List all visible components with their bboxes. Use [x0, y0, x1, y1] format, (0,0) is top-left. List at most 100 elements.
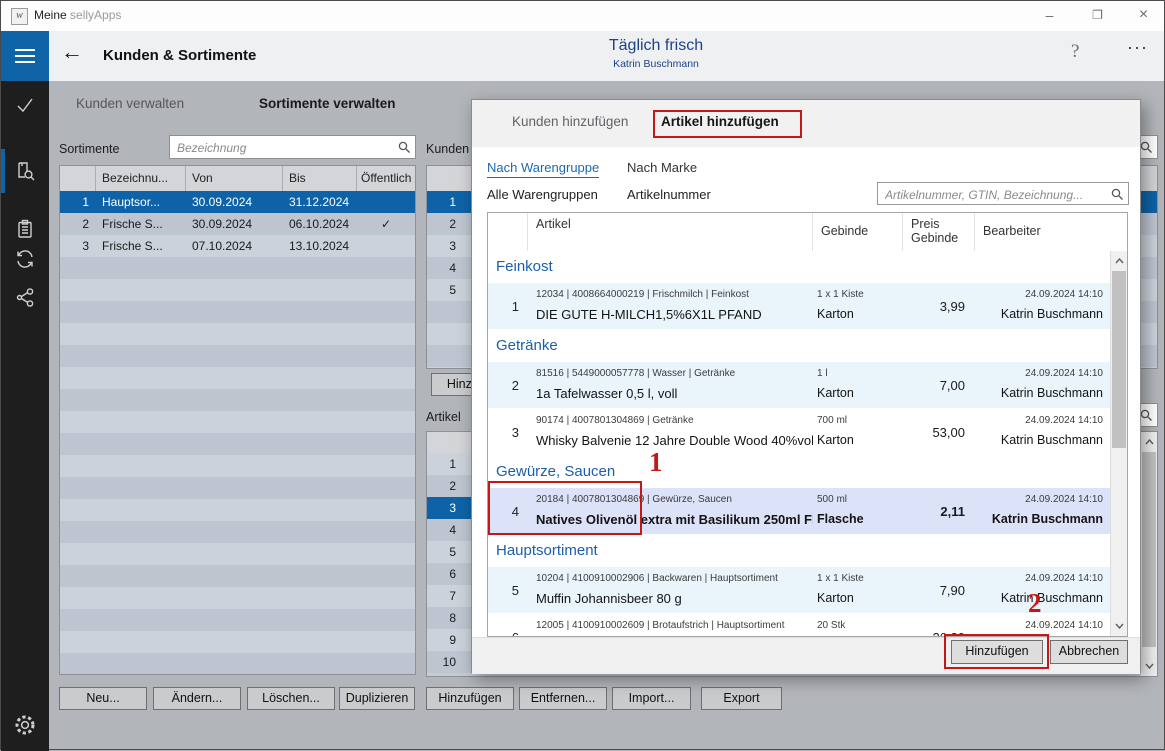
entfernen-button[interactable]: Entfernen...	[519, 687, 607, 710]
filter-nach-warengruppe[interactable]: Nach Warengruppe	[487, 160, 599, 178]
artikel-scrollbar[interactable]	[1140, 432, 1157, 676]
row-bearbeiter: Katrin Buschmann	[975, 307, 1103, 321]
row-preis: 7,00	[903, 362, 975, 408]
row-von: 30.09.2024	[186, 213, 283, 235]
sidebar-item-share[interactable]	[1, 275, 49, 319]
more-options-button[interactable]: ···	[1127, 37, 1148, 58]
app-icon: w	[11, 8, 28, 25]
col-von[interactable]: Von	[186, 166, 283, 191]
row-bearbeiter: Katrin Buschmann	[975, 386, 1103, 400]
annotation-step-2: 2	[1028, 588, 1042, 619]
filter-alle-warengruppen[interactable]: Alle Warengruppen	[487, 187, 598, 202]
dialog-abbrechen-button[interactable]: Abbrechen	[1050, 640, 1128, 664]
row-bezeichnung: Frische S...	[96, 235, 186, 257]
row-bis: 13.10.2024	[283, 235, 357, 257]
sortimente-search-input[interactable]	[175, 138, 394, 158]
context-user: Katrin Buschmann	[526, 58, 786, 70]
row-von: 30.09.2024	[186, 191, 283, 213]
row-num: 7	[427, 585, 463, 607]
row-oeffentlich: ✓	[357, 213, 415, 235]
row-num: 5	[427, 279, 463, 301]
import-button[interactable]: Import...	[612, 687, 691, 710]
article-row-1[interactable]: 1 12034 | 4008664000219 | Frischmilch | …	[488, 283, 1111, 330]
sortiment-row-2[interactable]: 2 Frische S... 30.09.2024 06.10.2024 ✓	[60, 213, 415, 235]
row-gebinde-menge: 1 x 1 Kiste	[817, 573, 903, 584]
row-num: 6	[488, 614, 528, 636]
row-bis: 31.12.2024	[283, 191, 357, 213]
col-preis-gebinde[interactable]: Preis Gebinde	[903, 213, 975, 251]
scroll-up-icon[interactable]	[1111, 253, 1127, 269]
tab-kunden-verwalten[interactable]: Kunden verwalten	[76, 96, 184, 111]
sidebar-item-customers[interactable]	[1, 149, 49, 193]
row-num: 2	[427, 213, 463, 235]
annotation-box-row	[488, 481, 642, 535]
sortiment-row-3[interactable]: 3 Frische S... 07.10.2024 13.10.2024	[60, 235, 415, 257]
row-preis: 7,90	[903, 567, 975, 613]
row-num: 2	[488, 362, 528, 408]
row-meta: 12034 | 4008664000219 | Frischmilch | Fe…	[536, 289, 813, 300]
aendern-button[interactable]: Ändern...	[153, 687, 241, 710]
row-preis: 26,20	[903, 614, 975, 636]
row-meta: 81516 | 5449000057778 | Wasser | Getränk…	[536, 368, 813, 379]
filter-nach-marke[interactable]: Nach Marke	[627, 160, 697, 175]
row-name: Muffin Johannisbeer 80 g	[536, 591, 813, 606]
search-icon	[1140, 141, 1153, 154]
window-title-primary: Meine	[34, 8, 67, 22]
col-bearbeiter[interactable]: Bearbeiter	[975, 213, 1127, 251]
page-title: Kunden & Sortimente	[103, 47, 256, 64]
article-row-3[interactable]: 3 90174 | 4007801304869 | GetränkeWhisky…	[488, 409, 1111, 456]
hinzufuegen-button[interactable]: Hinzufügen	[426, 687, 514, 710]
row-preis: 2,11	[903, 488, 975, 534]
minimize-button[interactable]: –	[1027, 1, 1072, 31]
export-button[interactable]: Export	[701, 687, 782, 710]
col-gebinde[interactable]: Gebinde	[813, 213, 903, 251]
col-bezeichnung[interactable]: Bezeichnu...	[96, 166, 186, 191]
article-row-2[interactable]: 2 81516 | 5449000057778 | Wasser | Geträ…	[488, 362, 1111, 409]
row-num: 1	[60, 191, 96, 213]
sortiment-row-1[interactable]: 1 Hauptsor... 30.09.2024 31.12.2024	[60, 191, 415, 213]
sidebar-item-tasks[interactable]	[1, 83, 49, 127]
dialog-search[interactable]	[877, 182, 1129, 205]
menu-button[interactable]	[1, 31, 49, 81]
scroll-down-icon[interactable]	[1111, 618, 1127, 634]
maximize-button[interactable]: ❐	[1075, 1, 1120, 31]
row-num: 2	[60, 213, 96, 235]
row-gebinde-menge: 700 ml	[817, 415, 903, 426]
dialog-scrollbar[interactable]	[1110, 251, 1127, 636]
row-meta: 90174 | 4007801304869 | Getränke	[536, 415, 813, 426]
dialog-tab-kunden-hinzufuegen[interactable]: Kunden hinzufügen	[512, 114, 628, 129]
scrollbar-thumb[interactable]	[1142, 452, 1156, 647]
loeschen-button[interactable]: Löschen...	[247, 687, 335, 710]
dialog-header: Kunden hinzufügen Artikel hinzufügen	[472, 100, 1140, 147]
row-num: 8	[427, 607, 463, 629]
scrollbar-thumb[interactable]	[1112, 271, 1126, 448]
article-row-6[interactable]: 6 12005 | 4100910002609 | Brotaufstrich …	[488, 614, 1111, 636]
tab-sortimente-verwalten[interactable]: Sortimente verwalten	[259, 96, 396, 111]
row-num: 3	[60, 235, 96, 257]
row-num: 1	[427, 191, 463, 213]
neu-button[interactable]: Neu...	[59, 687, 147, 710]
filter-artikelnummer[interactable]: Artikelnummer	[627, 187, 711, 202]
row-num: 9	[427, 629, 463, 651]
col-artikel[interactable]: Artikel	[528, 213, 813, 251]
row-num: 6	[427, 563, 463, 585]
gear-icon	[13, 713, 37, 737]
search-icon	[1111, 188, 1124, 201]
duplizieren-button[interactable]: Duplizieren	[339, 687, 415, 710]
close-button[interactable]: ×	[1121, 1, 1165, 31]
col-bis[interactable]: Bis	[283, 166, 357, 191]
article-row-5[interactable]: 5 10204 | 4100910002906 | Backwaren | Ha…	[488, 567, 1111, 614]
settings-button[interactable]	[1, 703, 49, 747]
sortimente-search[interactable]	[169, 135, 416, 159]
row-datum: 24.09.2024 14:10	[975, 368, 1103, 379]
dialog-search-input[interactable]	[883, 185, 1107, 205]
scroll-down-icon[interactable]	[1141, 658, 1157, 674]
scroll-up-icon[interactable]	[1141, 434, 1157, 450]
row-num: 2	[427, 475, 463, 497]
back-button[interactable]: ←	[61, 39, 83, 65]
sortimente-table: Bezeichnu... Von Bis Öffentlich 1 Haupts…	[59, 165, 416, 675]
sortimente-label: Sortimente	[59, 142, 119, 156]
help-button[interactable]: ?	[1071, 41, 1079, 63]
group-header-hauptsortiment: Hauptsortiment	[488, 535, 1111, 567]
col-oeffentlich[interactable]: Öffentlich	[357, 166, 415, 191]
